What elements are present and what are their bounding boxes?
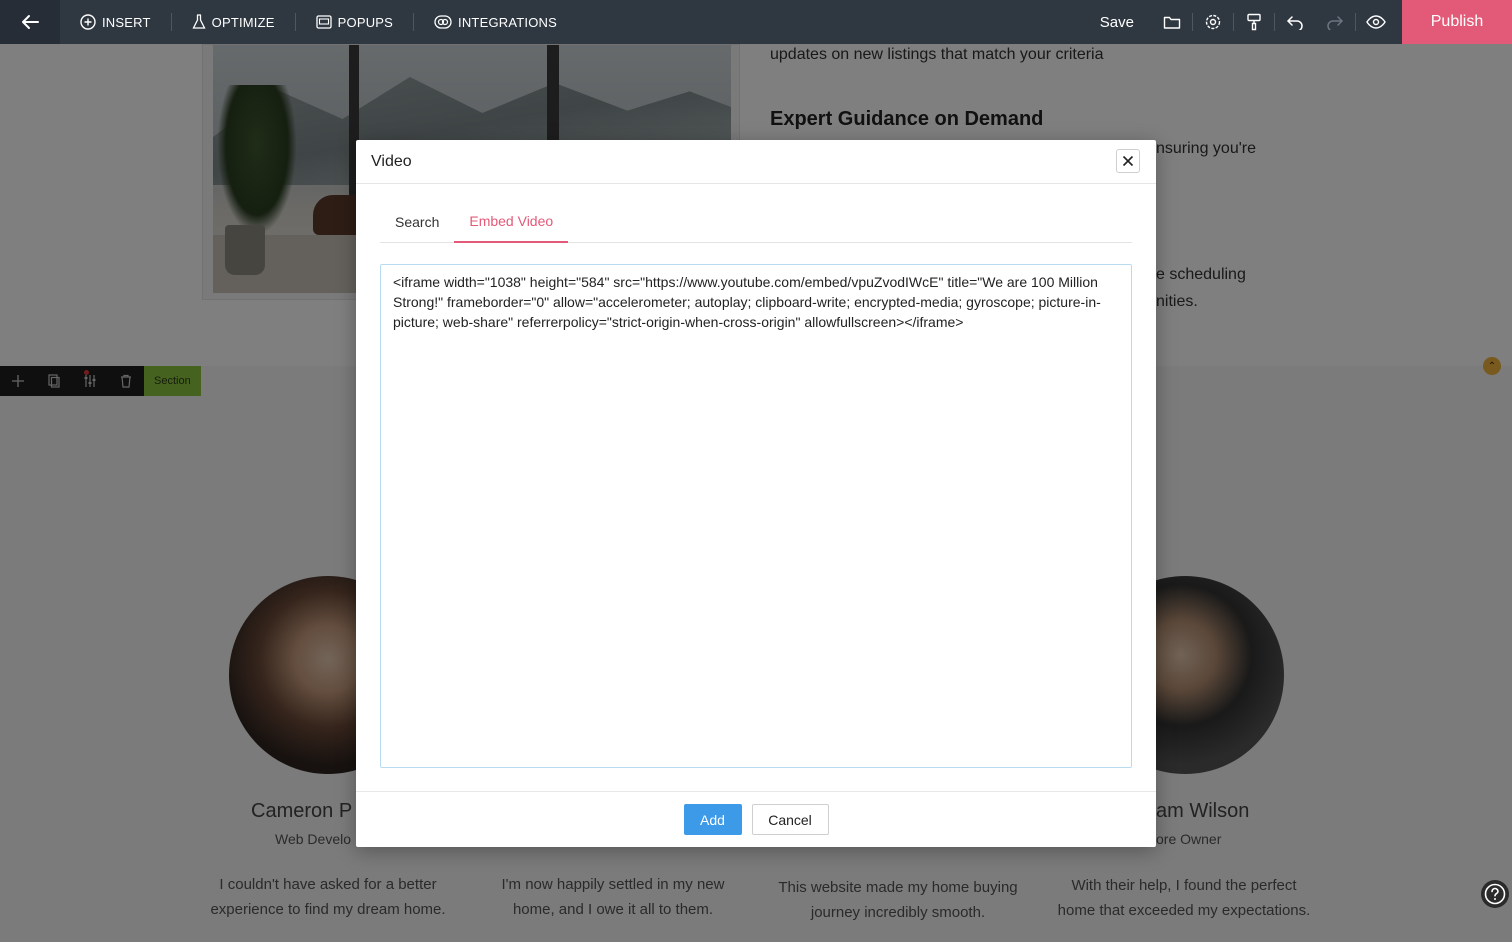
eye-icon	[1366, 15, 1386, 29]
top-toolbar: INSERT OPTIMIZE POPUPS INTEGRATIONS Save	[0, 0, 1512, 44]
save-button[interactable]: Save	[1100, 14, 1134, 31]
publish-button[interactable]: Publish	[1402, 0, 1512, 44]
popups-button[interactable]: POPUPS	[296, 0, 413, 44]
modal-title: Video	[371, 152, 412, 170]
toolbar-right: Save Publish	[1100, 0, 1512, 44]
folder-icon	[1163, 16, 1181, 29]
gear-icon	[1205, 14, 1221, 30]
close-button[interactable]	[1116, 149, 1140, 173]
integrations-button[interactable]: INTEGRATIONS	[414, 0, 577, 44]
insert-label: INSERT	[102, 14, 151, 30]
help-button[interactable]	[1481, 880, 1509, 908]
undo-button[interactable]	[1275, 0, 1315, 44]
style-button[interactable]	[1234, 0, 1274, 44]
popup-icon	[315, 15, 332, 29]
integrations-label: INTEGRATIONS	[458, 14, 557, 30]
insert-button[interactable]: INSERT	[60, 0, 171, 44]
settings-button[interactable]	[1193, 0, 1233, 44]
video-modal: Video Search Embed Video <iframe width="…	[356, 140, 1156, 847]
modal-header: Video	[356, 140, 1156, 184]
back-arrow-icon	[22, 15, 39, 29]
folder-button[interactable]	[1152, 0, 1192, 44]
close-icon	[1122, 155, 1134, 167]
help-icon	[1484, 883, 1506, 905]
cancel-button[interactable]: Cancel	[751, 804, 829, 835]
back-button[interactable]	[0, 0, 60, 44]
embed-code-input[interactable]: <iframe width="1038" height="584" src="h…	[380, 264, 1132, 768]
preview-button[interactable]	[1356, 0, 1396, 44]
optimize-label: OPTIMIZE	[211, 14, 275, 30]
popups-label: POPUPS	[337, 14, 394, 30]
optimize-button[interactable]: OPTIMIZE	[172, 0, 295, 44]
tab-search[interactable]: Search	[380, 200, 454, 243]
modal-footer: Add Cancel	[356, 791, 1156, 847]
redo-icon	[1327, 16, 1344, 30]
redo-button[interactable]	[1315, 0, 1355, 44]
modal-tabs: Search Embed Video	[380, 200, 1132, 243]
plus-circle-icon	[80, 14, 96, 30]
integrations-icon	[434, 15, 452, 29]
paint-roller-icon	[1247, 13, 1261, 31]
flask-icon	[192, 14, 206, 29]
tab-embed-video[interactable]: Embed Video	[454, 200, 569, 243]
undo-icon	[1286, 16, 1303, 30]
add-button[interactable]: Add	[683, 804, 742, 835]
